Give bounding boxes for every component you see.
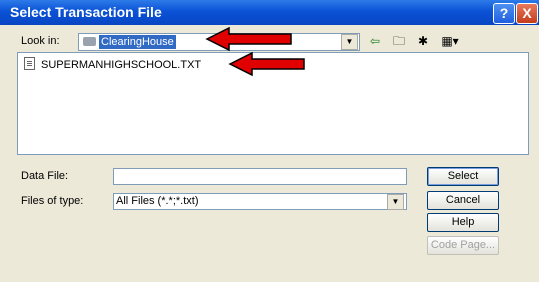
files-of-type-select[interactable]: All Files (*.*;*.txt) ▼ <box>113 193 407 210</box>
text-file-icon <box>24 57 35 70</box>
new-folder-icon[interactable]: ✱ <box>414 33 432 49</box>
dialog-title: Select Transaction File <box>10 4 162 20</box>
data-file-label: Data File: <box>21 170 69 182</box>
select-button[interactable]: Select <box>427 167 499 186</box>
annotation-arrow-look-in <box>205 26 292 52</box>
files-of-type-value: All Files (*.*;*.txt) <box>116 195 199 207</box>
title-help-button[interactable]: ? <box>493 3 515 24</box>
annotation-arrow-file <box>228 51 305 77</box>
back-icon[interactable]: ⇦ <box>366 33 384 49</box>
chevron-down-icon[interactable]: ▼ <box>341 34 358 50</box>
chevron-down-icon[interactable]: ▼ <box>387 194 404 210</box>
files-of-type-label: Files of type: <box>21 195 84 207</box>
look-in-label: Look in: <box>21 35 60 47</box>
file-name: SUPERMANHIGHSCHOOL.TXT <box>41 59 202 71</box>
select-transaction-file-dialog: Select Transaction File ? X Look in: Cle… <box>0 0 539 282</box>
cancel-button[interactable]: Cancel <box>427 191 499 210</box>
data-file-input[interactable] <box>113 168 407 185</box>
title-close-button[interactable]: X <box>516 3 538 24</box>
code-page-button: Code Page... <box>427 236 499 255</box>
title-bar: Select Transaction File ? X <box>0 0 539 25</box>
look-in-value: ClearingHouse <box>99 35 176 49</box>
list-item[interactable]: SUPERMANHIGHSCHOOL.TXT <box>24 57 201 71</box>
view-menu-icon[interactable]: ▦▾ <box>438 33 462 49</box>
folder-icon <box>83 37 96 46</box>
up-folder-icon[interactable]: 🗀 <box>390 33 408 49</box>
help-button[interactable]: Help <box>427 213 499 232</box>
